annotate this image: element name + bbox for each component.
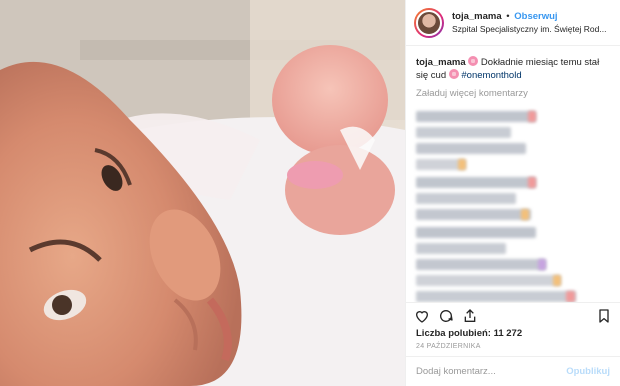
header-text: toja_mama • Obserwuj Szpital Specjalisty…: [452, 11, 612, 34]
add-comment-bar: Dodaj komentarz... Opublikuj: [406, 356, 620, 386]
caption-username[interactable]: toja_mama: [416, 57, 466, 68]
location-link[interactable]: Szpital Specjalistyczny im. Świętej Rod.…: [452, 24, 612, 34]
post-photo[interactable]: [0, 0, 405, 386]
comment-icon[interactable]: [438, 308, 454, 324]
photo-image: [0, 0, 405, 386]
follow-button[interactable]: Obserwuj: [514, 11, 557, 22]
blossom-emoji-icon: [468, 56, 479, 66]
instagram-post: toja_mama • Obserwuj Szpital Specjalisty…: [0, 0, 620, 386]
header-top-line: toja_mama • Obserwuj: [452, 11, 612, 22]
post-sidebar: toja_mama • Obserwuj Szpital Specjalisty…: [405, 0, 620, 386]
avatar[interactable]: [414, 7, 444, 38]
comment-input[interactable]: Dodaj komentarz...: [416, 366, 496, 377]
comments-area: toja_mama Dokładnie miesiąc temu stał si…: [406, 46, 620, 302]
hashtag-link[interactable]: #onemonthold: [461, 70, 521, 81]
post-date: 24 PAŹDZIERNIKA: [416, 343, 481, 350]
blossom-emoji-icon: [448, 69, 459, 79]
post-actions: [406, 302, 620, 328]
heart-icon[interactable]: [414, 308, 430, 324]
likes-count[interactable]: Liczba polubień: 11 272: [406, 328, 620, 339]
load-more-comments[interactable]: Załaduj więcej komentarzy: [416, 88, 612, 99]
bookmark-icon[interactable]: [596, 308, 612, 324]
separator-dot: •: [506, 11, 510, 22]
publish-button[interactable]: Opublikuj: [566, 366, 610, 377]
post-header: toja_mama • Obserwuj Szpital Specjalisty…: [406, 0, 620, 46]
username-link[interactable]: toja_mama: [452, 11, 502, 22]
caption: toja_mama Dokładnie miesiąc temu stał si…: [416, 56, 612, 82]
blurred-comments: [416, 107, 612, 302]
share-icon[interactable]: [462, 308, 478, 324]
